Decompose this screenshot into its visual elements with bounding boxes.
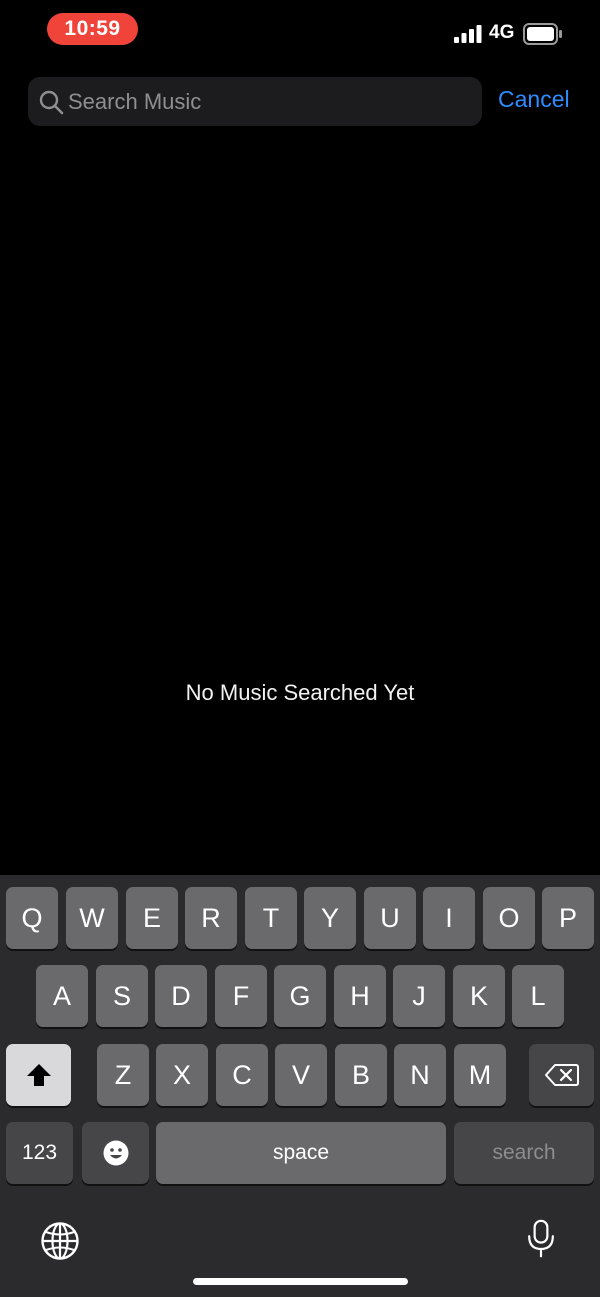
key-d[interactable]: D bbox=[155, 965, 207, 1027]
key-v[interactable]: V bbox=[275, 1044, 327, 1106]
key-w[interactable]: W bbox=[66, 887, 118, 949]
key-i[interactable]: I bbox=[423, 887, 475, 949]
search-field[interactable] bbox=[28, 77, 482, 126]
cellular-signal-icon bbox=[454, 25, 482, 43]
key-h[interactable]: H bbox=[334, 965, 386, 1027]
key-p[interactable]: P bbox=[542, 887, 594, 949]
key-j[interactable]: J bbox=[393, 965, 445, 1027]
keyboard: Q W E R T Y U I O P A S D F G H J K L Z … bbox=[0, 875, 600, 1297]
key-e[interactable]: E bbox=[126, 887, 178, 949]
key-l[interactable]: L bbox=[512, 965, 564, 1027]
key-k[interactable]: K bbox=[453, 965, 505, 1027]
microphone-icon[interactable] bbox=[521, 1219, 561, 1259]
key-f[interactable]: F bbox=[215, 965, 267, 1027]
cancel-button[interactable]: Cancel bbox=[498, 86, 570, 113]
emoji-icon bbox=[103, 1140, 128, 1166]
shift-arrow-icon bbox=[26, 1064, 51, 1086]
empty-state-message: No Music Searched Yet bbox=[185, 680, 415, 705]
status-bar: 10:59 4G bbox=[0, 0, 600, 60]
space-key[interactable]: space bbox=[156, 1122, 446, 1184]
battery-icon bbox=[523, 23, 562, 45]
numbers-key[interactable]: 123 bbox=[6, 1122, 73, 1184]
delete-backspace-icon bbox=[544, 1064, 579, 1086]
search-input[interactable] bbox=[68, 77, 468, 126]
search-icon bbox=[39, 90, 64, 115]
key-s[interactable]: S bbox=[96, 965, 148, 1027]
home-indicator[interactable] bbox=[193, 1278, 408, 1285]
key-r[interactable]: R bbox=[185, 887, 237, 949]
key-q[interactable]: Q bbox=[6, 887, 58, 949]
emoji-key[interactable] bbox=[82, 1122, 149, 1184]
key-t[interactable]: T bbox=[245, 887, 297, 949]
key-a[interactable]: A bbox=[36, 965, 88, 1027]
shift-key[interactable] bbox=[6, 1044, 71, 1106]
key-b[interactable]: B bbox=[335, 1044, 387, 1106]
key-c[interactable]: C bbox=[216, 1044, 268, 1106]
key-x[interactable]: X bbox=[156, 1044, 208, 1106]
key-u[interactable]: U bbox=[364, 887, 416, 949]
key-o[interactable]: O bbox=[483, 887, 535, 949]
key-z[interactable]: Z bbox=[97, 1044, 149, 1106]
key-g[interactable]: G bbox=[274, 965, 326, 1027]
delete-key[interactable] bbox=[529, 1044, 594, 1106]
key-n[interactable]: N bbox=[394, 1044, 446, 1106]
key-y[interactable]: Y bbox=[304, 887, 356, 949]
network-type: 4G bbox=[489, 22, 515, 43]
globe-icon[interactable] bbox=[40, 1221, 80, 1261]
status-time[interactable]: 10:59 bbox=[47, 13, 138, 45]
search-key[interactable]: search bbox=[454, 1122, 594, 1184]
key-m[interactable]: M bbox=[454, 1044, 506, 1106]
